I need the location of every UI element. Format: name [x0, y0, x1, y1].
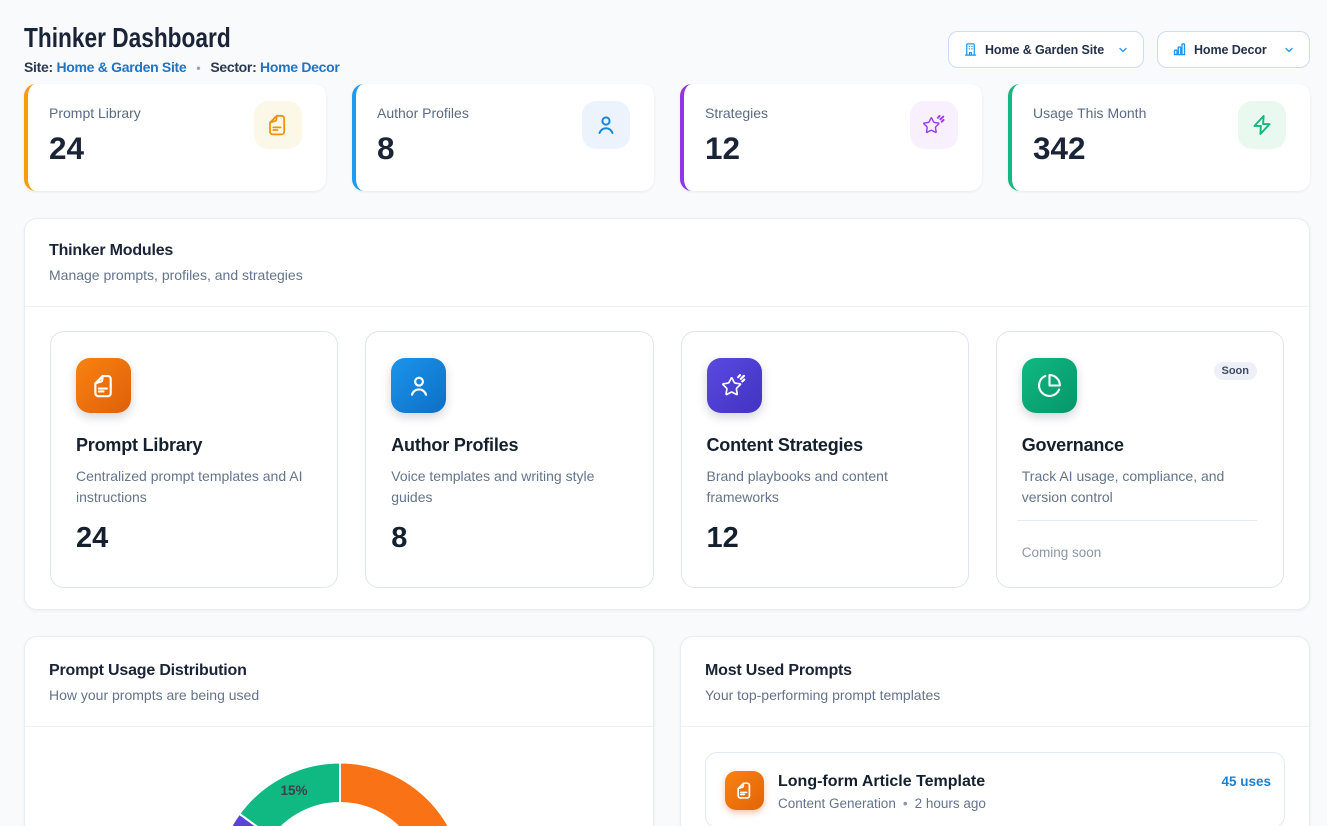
svg-text:15%: 15%	[280, 783, 307, 798]
